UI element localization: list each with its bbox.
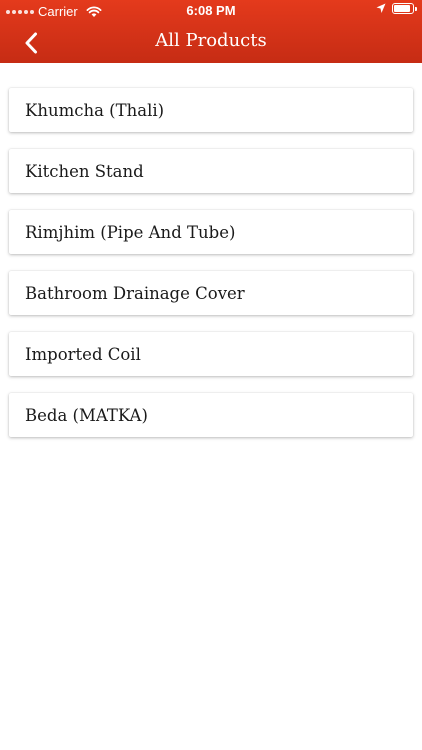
- status-bar: Carrier 6:08 PM: [0, 0, 422, 22]
- list-item-label: Rimjhim (Pipe And Tube): [25, 222, 236, 242]
- list-item-label: Kitchen Stand: [25, 161, 144, 181]
- location-arrow-icon: [376, 3, 386, 13]
- list-item-label: Beda (MATKA): [25, 405, 148, 425]
- page-title: All Products: [155, 30, 267, 51]
- battery-level-fill: [394, 5, 410, 12]
- top-bar: Carrier 6:08 PM All Products: [0, 0, 422, 63]
- list-item[interactable]: Imported Coil: [9, 332, 413, 376]
- battery-icon: [392, 3, 417, 14]
- list-item[interactable]: Beda (MATKA): [9, 393, 413, 437]
- list-item-label: Imported Coil: [25, 344, 141, 364]
- status-right: [376, 3, 417, 14]
- list-item[interactable]: Bathroom Drainage Cover: [9, 271, 413, 315]
- list-item-label: Bathroom Drainage Cover: [25, 283, 245, 303]
- list-item[interactable]: Kitchen Stand: [9, 149, 413, 193]
- list-item[interactable]: Rimjhim (Pipe And Tube): [9, 210, 413, 254]
- navigation-bar: All Products: [0, 22, 422, 63]
- list-item[interactable]: Khumcha (Thali): [9, 88, 413, 132]
- list-item-label: Khumcha (Thali): [25, 100, 165, 120]
- product-list: Khumcha (Thali) Kitchen Stand Rimjhim (P…: [9, 88, 413, 454]
- status-time: 6:08 PM: [186, 3, 236, 18]
